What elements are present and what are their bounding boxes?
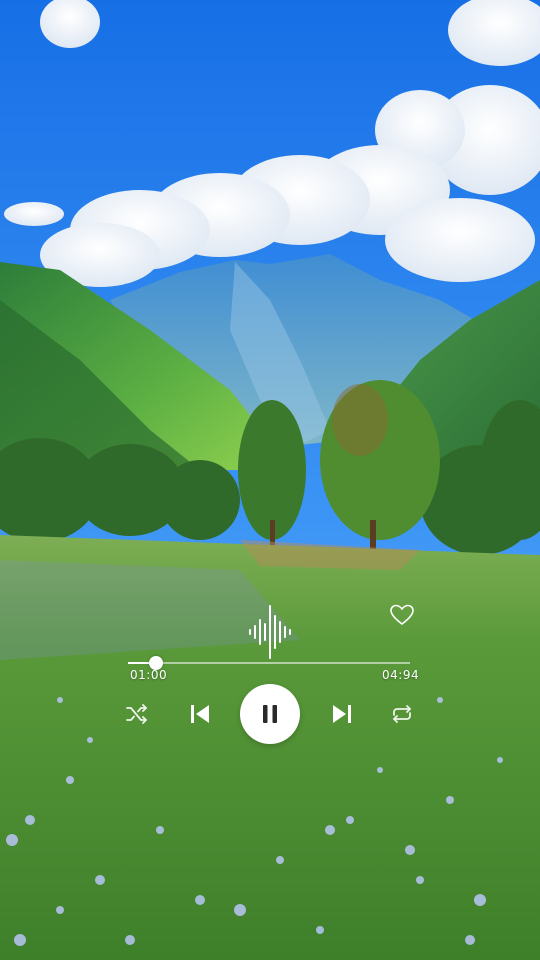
progress-bar[interactable] [128, 656, 410, 670]
repeat-button[interactable] [388, 702, 416, 726]
skip-previous-icon [191, 705, 209, 723]
repeat-icon [393, 705, 411, 723]
waveform-icon [249, 605, 291, 659]
pause-button[interactable] [240, 684, 300, 744]
music-player-screen: 01:00 04:94 [0, 0, 540, 960]
previous-button[interactable] [186, 700, 214, 728]
heart-icon[interactable] [390, 604, 414, 626]
next-button[interactable] [328, 700, 356, 728]
total-time: 04:94 [382, 668, 420, 682]
shuffle-button[interactable] [124, 702, 150, 726]
elapsed-time: 01:00 [130, 668, 168, 682]
skip-next-icon [333, 705, 351, 723]
player-controls: 01:00 04:94 [0, 0, 540, 960]
pause-icon [263, 705, 277, 723]
shuffle-icon [126, 704, 147, 724]
